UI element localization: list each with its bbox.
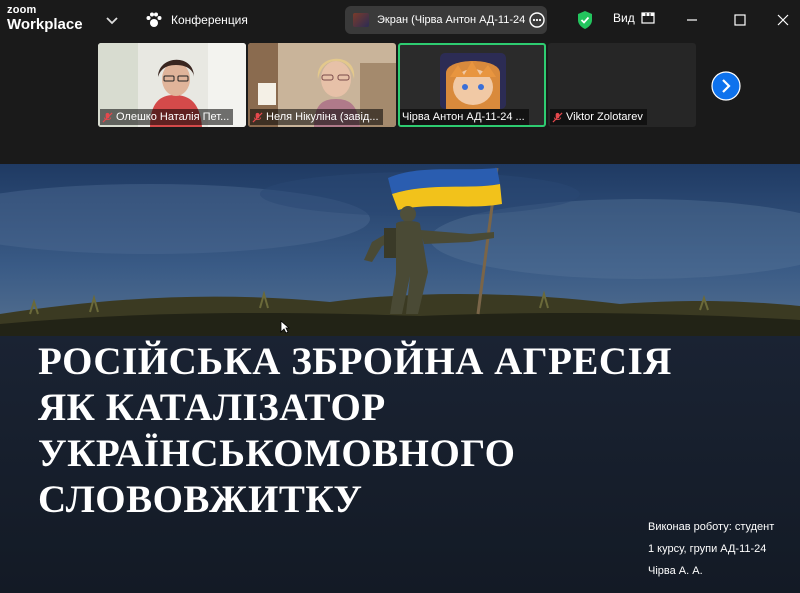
maximize-icon[interactable] xyxy=(730,10,750,30)
author-line: Виконав роботу: студент xyxy=(648,521,775,533)
share-thumbnail-icon xyxy=(353,13,369,27)
participant-name: Чірва Антон АД-11-24 ... xyxy=(402,111,525,123)
participant-strip: Олешко Наталія Пет... Неля Нікуліна (зав… xyxy=(0,40,800,164)
paw-icon xyxy=(146,12,162,27)
view-label: Вид xyxy=(613,11,635,25)
participant-name: Олешко Наталія Пет... xyxy=(116,111,230,123)
logo-line-1: zoom xyxy=(7,4,37,16)
slide-title-line: ЯК КАТАЛІЗАТОР xyxy=(38,386,386,429)
participant-name: Неля Нікуліна (завід... xyxy=(266,111,379,123)
meeting-label: Конференция xyxy=(171,13,248,27)
author-line: 1 курсу, групи АД-11-24 xyxy=(648,543,767,555)
close-icon[interactable] xyxy=(773,10,793,30)
chevron-down-icon[interactable] xyxy=(104,12,120,28)
minimize-icon[interactable] xyxy=(682,10,702,30)
slide-title-line: РОСІЙСЬКА ЗБРОЙНА АГРЕСІЯ xyxy=(38,340,672,383)
participant-tile-4[interactable]: Viktor Zolotarev xyxy=(548,43,696,127)
participant-name-bar: Неля Нікуліна (завід... xyxy=(250,109,383,125)
grid-view-icon xyxy=(641,12,655,24)
meeting-menu[interactable]: Конференция xyxy=(145,10,248,30)
slide-photo-soldier-with-flag xyxy=(0,164,800,336)
muted-mic-icon xyxy=(552,111,563,123)
logo-line-2: Workplace xyxy=(7,16,83,33)
muted-mic-icon xyxy=(252,111,263,123)
participant-name: Viktor Zolotarev xyxy=(566,111,643,123)
participant-tile-3-active-speaker[interactable]: Чірва Антон АД-11-24 ... xyxy=(398,43,546,127)
participant-name-bar: Чірва Антон АД-11-24 ... xyxy=(400,109,529,125)
slide-title-line: СЛОВОВЖИТКУ xyxy=(38,478,363,521)
slide-author-info: Виконав роботу: студент 1 курсу, групи А… xyxy=(648,516,798,582)
participant-name-bar: Viktor Zolotarev xyxy=(550,109,647,125)
zoom-logo: zoom Workplace xyxy=(7,4,83,33)
author-line: Чірва А. А. xyxy=(648,565,703,577)
share-label: Экран (Чірва Антон АД-11-24) xyxy=(377,14,525,26)
mouse-cursor-icon xyxy=(280,320,290,334)
slide-title-line: УКРАЇНСЬКОМОВНОГО xyxy=(38,432,516,475)
security-shield-icon[interactable] xyxy=(576,10,594,30)
next-page-arrow-icon[interactable] xyxy=(711,71,741,101)
participant-tile-2[interactable]: Неля Нікуліна (завід... xyxy=(248,43,396,127)
more-options-icon[interactable] xyxy=(529,12,545,28)
muted-mic-icon xyxy=(102,111,113,123)
view-button[interactable]: Вид xyxy=(613,11,655,25)
shared-screen: РОСІЙСЬКА ЗБРОЙНА АГРЕСІЯ ЯК КАТАЛІЗАТОР… xyxy=(0,164,800,593)
title-bar: zoom Workplace Конференция Экран (Чірва … xyxy=(0,0,800,40)
participant-name-bar: Олешко Наталія Пет... xyxy=(100,109,234,125)
screen-share-indicator[interactable]: Экран (Чірва Антон АД-11-24) xyxy=(345,6,547,34)
slide-title: РОСІЙСЬКА ЗБРОЙНА АГРЕСІЯ ЯК КАТАЛІЗАТОР… xyxy=(38,339,678,523)
participant-tile-1[interactable]: Олешко Наталія Пет... xyxy=(98,43,246,127)
